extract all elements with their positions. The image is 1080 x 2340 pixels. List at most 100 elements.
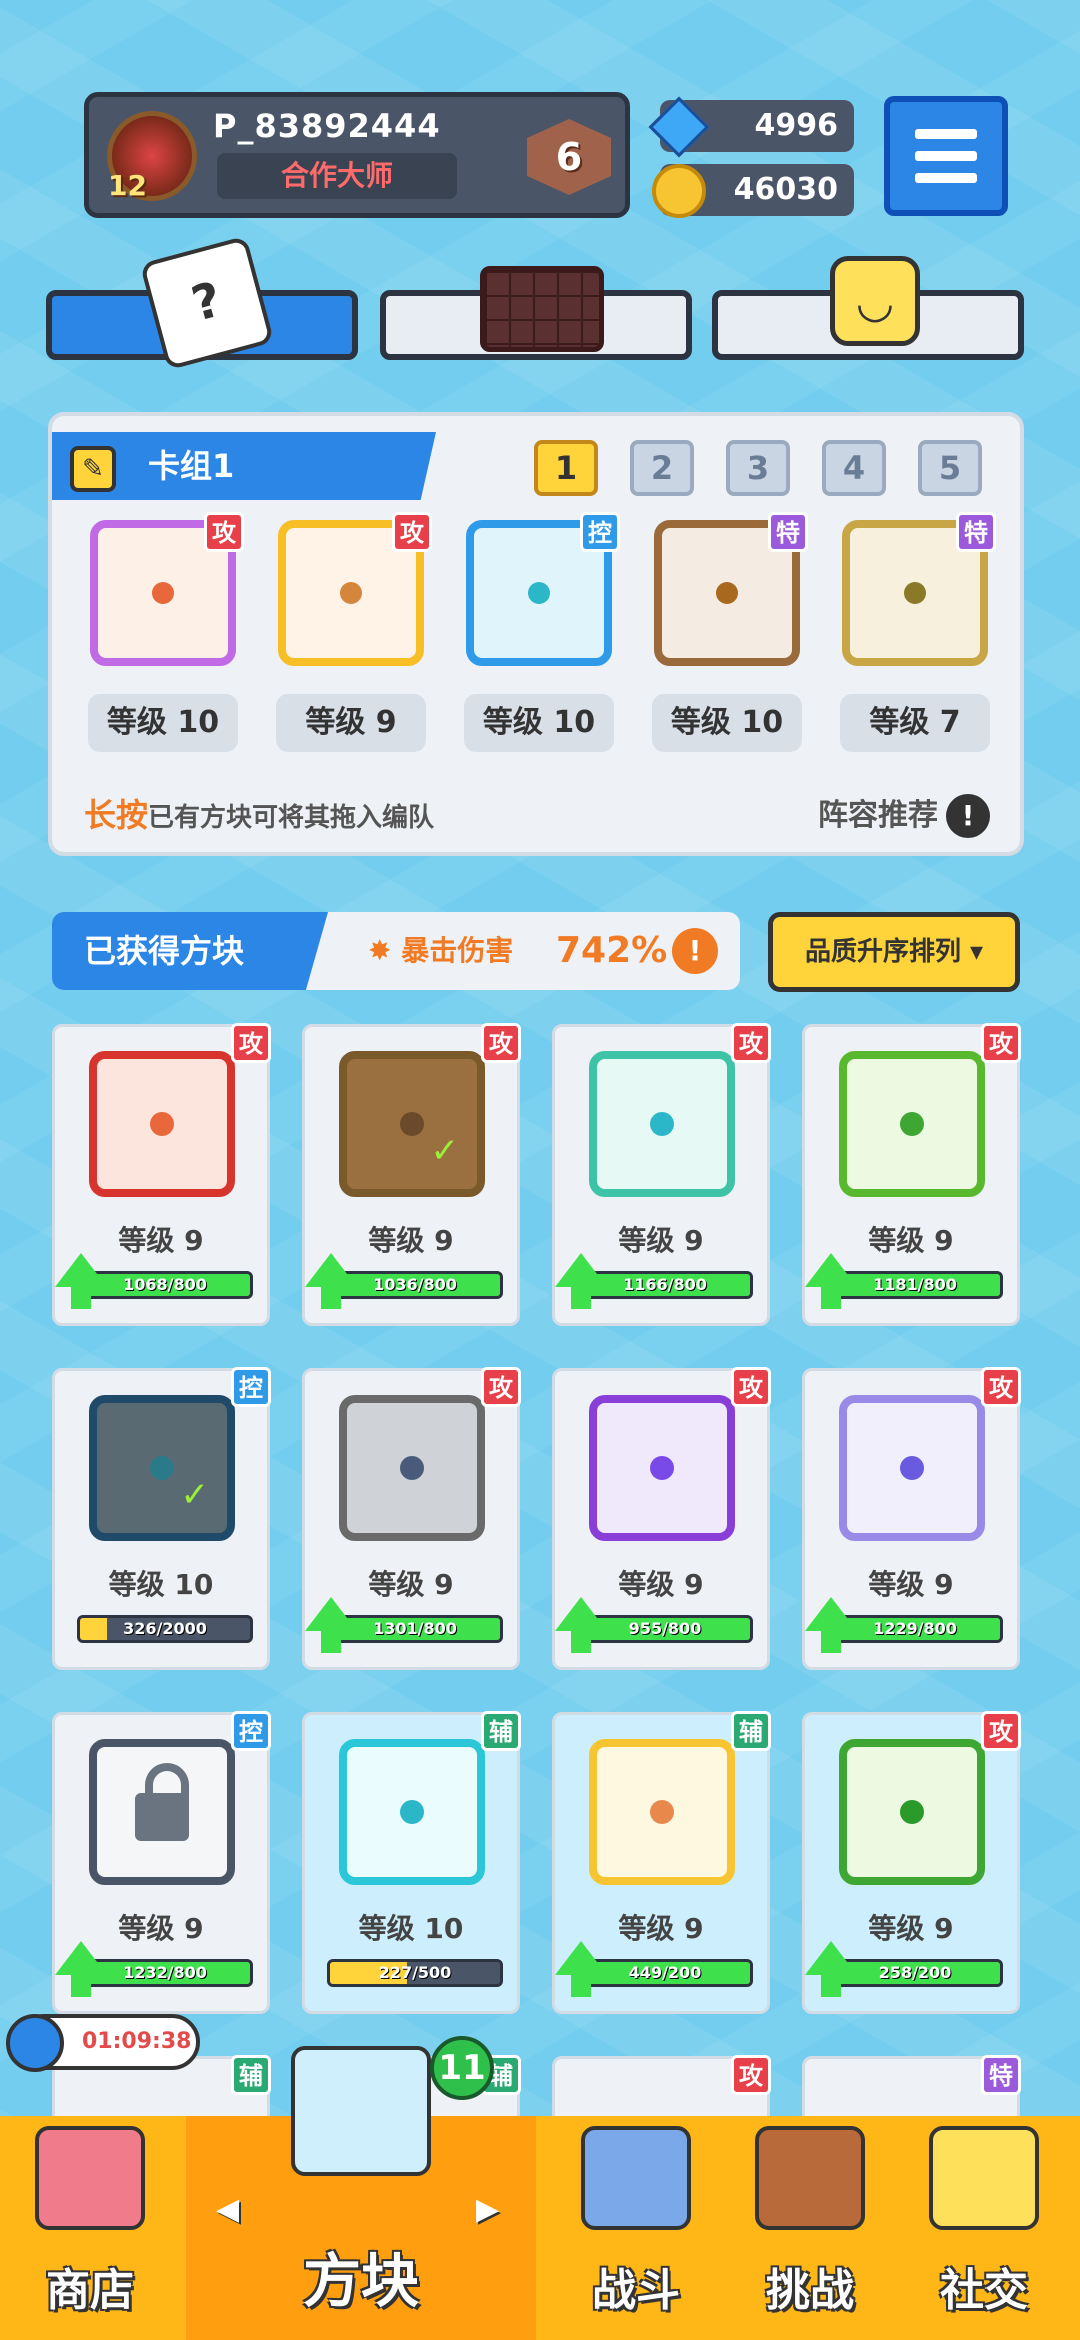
edit-icon[interactable]: ✎ (70, 446, 116, 492)
menu-button[interactable] (884, 96, 1008, 216)
deck-hint-strong: 长按 (84, 796, 149, 834)
type-tag: 辅 (731, 1711, 771, 1751)
deck-slot-4[interactable]: 特 (654, 512, 808, 666)
type-tag: 攻 (981, 1711, 1021, 1751)
upgrade-arrow-icon (55, 1253, 107, 1309)
gem-value: 4996 (754, 108, 839, 143)
upgrade-arrow-icon (805, 1597, 857, 1653)
coin-counter[interactable]: 46030 (652, 164, 854, 218)
avatar[interactable]: 12 (107, 111, 197, 202)
recommend-button[interactable]: 阵容推荐! (818, 790, 990, 838)
smile-icon: ◡ (830, 256, 920, 346)
block-card[interactable]: 控 等级 9 1232/800 (52, 1711, 271, 2014)
gem-counter[interactable]: 4996 (648, 96, 854, 158)
block-card[interactable]: 攻 等级 9 1301/800 (302, 1367, 521, 1670)
chevron-right-icon[interactable]: ▶ (476, 2192, 499, 2227)
deck-hint-text: 已有方块可将其拖入编队 (148, 803, 435, 833)
sort-button[interactable]: 品质升序排列 ▾ (768, 912, 1020, 992)
block-card[interactable]: 辅 等级 10 227/500 (302, 1711, 521, 2014)
type-tag: 控 (231, 1367, 271, 1407)
battle-icon (581, 2126, 691, 2230)
tab-board[interactable] (380, 266, 692, 360)
menu-icon (915, 129, 977, 139)
crit-value: 742% (556, 930, 668, 971)
block-card[interactable]: 攻 等级 9 1068/800 (52, 1023, 271, 1326)
check-icon: ✓ (180, 1475, 210, 1515)
stopwatch-icon (6, 2014, 64, 2072)
block-icon (89, 1739, 235, 1885)
tab-emote[interactable]: ◡ (712, 256, 1024, 360)
block-card[interactable]: 攻 等级 9 1166/800 (552, 1023, 771, 1326)
type-tag: 攻 (481, 1367, 521, 1407)
block-card[interactable]: ✓ 控 等级 10 326/2000 (52, 1367, 271, 1670)
block-icon (839, 1395, 985, 1541)
tab-dice[interactable]: ? (46, 235, 358, 371)
owned-header: 已获得方块 ✸ 暴击伤害 742% ! (52, 912, 740, 990)
type-tag: 攻 (731, 1023, 771, 1063)
block-card[interactable]: 攻 等级 9 955/800 (552, 1367, 771, 1670)
nav-social[interactable]: 社交 (894, 2116, 1074, 2340)
rank-value: 6 (555, 135, 583, 179)
type-tag: 辅 (231, 2055, 271, 2095)
block-icon (589, 1395, 735, 1541)
type-tag: 特 (981, 2055, 1021, 2095)
type-tag: 攻 (981, 1023, 1021, 1063)
block-icon (839, 1739, 985, 1885)
crit-info-icon[interactable]: ! (672, 928, 718, 974)
block-card[interactable]: ✓ 攻 等级 9 1036/800 (302, 1023, 521, 1326)
upgrade-arrow-icon (805, 1941, 857, 1997)
progress-text: 227/500 (378, 1963, 452, 1982)
nav-shop[interactable]: 商店 (0, 2116, 180, 2340)
deck-tab-3[interactable]: 3 (726, 440, 790, 496)
block-card[interactable]: 辅 等级 9 449/200 (552, 1711, 771, 2014)
recommend-label: 阵容推荐 (818, 798, 938, 833)
nav-battle-label: 战斗 (592, 2265, 680, 2316)
deck-slot-level: 等级 10 (652, 694, 802, 752)
block-card[interactable]: 攻 等级 9 1229/800 (802, 1367, 1021, 1670)
check-icon: ✓ (430, 1131, 460, 1171)
nav-challenge[interactable]: 挑战 (720, 2116, 900, 2340)
upgrade-arrow-icon (555, 1253, 607, 1309)
deck-tab-2[interactable]: 2 (630, 440, 694, 496)
type-tag: 攻 (981, 1367, 1021, 1407)
blocks-badge: 11 (430, 2036, 494, 2100)
challenge-icon (755, 2126, 865, 2230)
deck-slot-3[interactable]: 控 (466, 512, 620, 666)
nav-battle[interactable]: 战斗 (546, 2116, 726, 2340)
deck-tab-5[interactable]: 5 (918, 440, 982, 496)
block-level: 等级 10 (358, 1912, 464, 1945)
nav-challenge-label: 挑战 (766, 2265, 854, 2316)
player-name: P_83892444 (213, 107, 441, 145)
type-tag: 攻 (231, 1023, 271, 1063)
block-icon (589, 1739, 735, 1885)
progress-bar: 227/500 (327, 1959, 503, 1987)
nav-blocks[interactable]: 方块 (186, 2046, 536, 2340)
block-level: 等级 10 (108, 1568, 214, 1601)
deck-slot-5[interactable]: 特 (842, 512, 996, 666)
deck-tab-4[interactable]: 4 (822, 440, 886, 496)
owned-title: 已获得方块 (52, 912, 328, 990)
deck-slot-1[interactable]: 攻 (90, 512, 244, 666)
block-card[interactable]: 攻 等级 9 258/200 (802, 1711, 1021, 2014)
block-card[interactable]: 攻 等级 9 1181/800 (802, 1023, 1021, 1326)
board-icon (480, 266, 604, 352)
bottom-nav: 商店 方块 战斗 挑战 社交 (0, 2046, 1080, 2340)
block-icon (339, 1739, 485, 1885)
deck-hint: 长按已有方块可将其拖入编队 (84, 790, 434, 836)
deck-panel: 卡组1 ✎ 1 2 3 4 5 攻 攻 控 特 特 等级 10 等级 9 等级 … (48, 412, 1024, 856)
upgrade-arrow-icon (555, 1597, 607, 1653)
deck-slot-2[interactable]: 攻 (278, 512, 432, 666)
deck-tab-1[interactable]: 1 (534, 440, 598, 496)
deck-slot-level: 等级 10 (88, 694, 238, 752)
player-profile[interactable]: 12 P_83892444 合作大师 6 (84, 92, 630, 218)
shop-icon (35, 2126, 145, 2230)
player-title: 合作大师 (217, 153, 457, 199)
upgrade-arrow-icon (305, 1597, 357, 1653)
block-icon (339, 1395, 485, 1541)
chevron-left-icon[interactable]: ◀ (216, 2192, 239, 2227)
nav-shop-label: 商店 (46, 2265, 134, 2316)
block-icon (589, 1051, 735, 1197)
type-tag: 控 (580, 512, 620, 552)
info-icon: ! (946, 794, 990, 838)
block-icon (89, 1051, 235, 1197)
